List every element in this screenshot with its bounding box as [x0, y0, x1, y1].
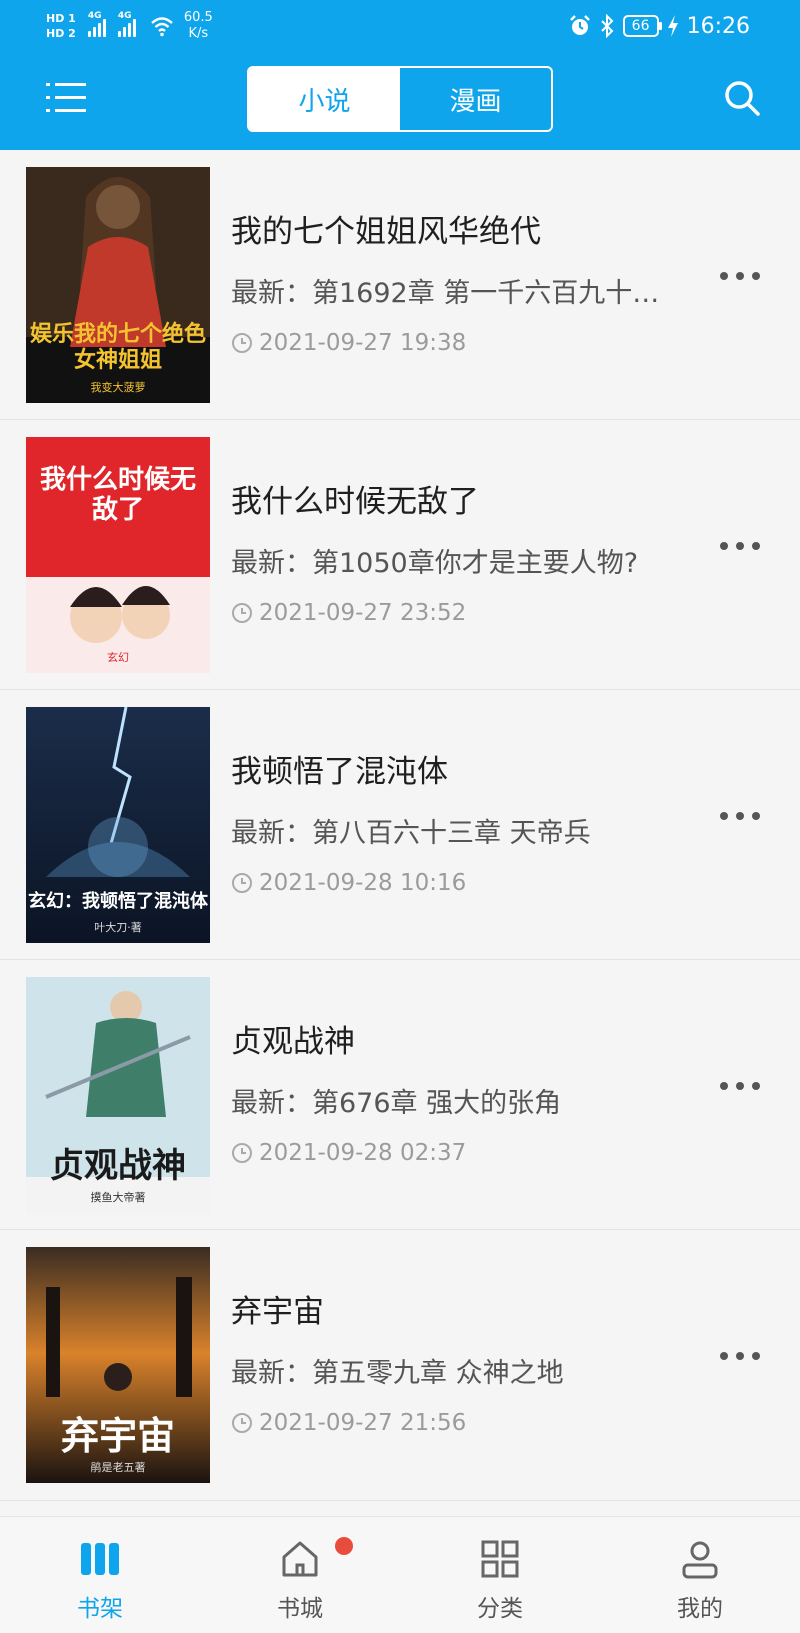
category-segment: 小说 漫画: [247, 66, 553, 132]
clock-icon: [232, 1143, 252, 1163]
book-cover: 弃宇宙 鹃是老五著: [26, 1247, 210, 1483]
book-update-time: 2021-09-28 02:37: [231, 1140, 466, 1166]
update-time-text: 2021-09-27 23:52: [259, 600, 467, 626]
book-item[interactable]: 我什么时候无敌了 玄幻 我什么时候无敌了 最新：第1050章你才是主要人物? 2…: [0, 420, 800, 690]
user-icon: [682, 1541, 718, 1579]
search-icon[interactable]: [722, 78, 762, 118]
book-item[interactable]: 玄幻：我顿悟了混沌体 叶大刀·著 我顿悟了混沌体 最新：第八百六十三章 天帝兵 …: [0, 690, 800, 960]
book-update-time: 2021-09-27 23:52: [231, 600, 466, 626]
status-left: HD 1 HD 2 4G 4G 60.5 K/s: [46, 6, 213, 46]
update-time-text: 2021-09-27 21:56: [259, 1410, 467, 1436]
status-bar: HD 1 HD 2 4G 4G 60.5 K/s 66 16:26: [0, 0, 800, 52]
book-update-time: 2021-09-28 10:16: [231, 870, 466, 896]
nav-bookstore[interactable]: 书城: [200, 1517, 400, 1633]
speed-value: 60.5: [183, 10, 213, 25]
book-latest-chapter: 最新：第676章 强大的张角: [231, 1088, 562, 1119]
book-title: 我什么时候无敌了: [231, 484, 479, 520]
clock-icon: [232, 333, 252, 353]
more-options-icon[interactable]: [720, 804, 760, 828]
cover-author: 摸鱼大帝著: [90, 1191, 146, 1204]
book-cover: 我什么时候无敌了 玄幻: [26, 437, 210, 673]
nav-label: 分类: [477, 1596, 523, 1622]
more-options-icon[interactable]: [720, 1344, 760, 1368]
nav-label: 书架: [77, 1596, 123, 1622]
more-options-icon[interactable]: [720, 264, 760, 288]
cover-title: 贞观战神: [50, 1146, 186, 1186]
home-icon: [282, 1541, 318, 1577]
network-type-2: 4G: [117, 11, 132, 21]
signal-1-icon: 4G: [87, 11, 106, 37]
cover-title: 我什么时候无敌了: [39, 465, 196, 525]
book-latest-chapter: 最新：第五零九章 众神之地: [231, 1358, 564, 1389]
more-options-icon[interactable]: [720, 534, 760, 558]
speed-unit: K/s: [188, 26, 209, 41]
network-type-1: 4G: [87, 11, 102, 21]
more-options-icon[interactable]: [720, 1074, 760, 1098]
cover-title: 娱乐我的七个绝色女神姐姐: [29, 321, 206, 373]
book-title: 贞观战神: [231, 1024, 355, 1060]
book-cover: 玄幻：我顿悟了混沌体 叶大刀·著: [26, 707, 210, 943]
book-item[interactable]: 贞观战神 摸鱼大帝著 贞观战神 最新：第676章 强大的张角 2021-09-2…: [0, 960, 800, 1230]
book-title: 我的七个姐姐风华绝代: [231, 214, 541, 250]
book-update-time: 2021-09-27 19:38: [231, 330, 466, 356]
top-bar: HD 1 HD 2 4G 4G 60.5 K/s 66 16:26 小说 漫画: [0, 0, 800, 150]
book-title: 我顿悟了混沌体: [231, 754, 448, 790]
nav-label: 书城: [277, 1596, 323, 1622]
update-time-text: 2021-09-28 02:37: [259, 1140, 467, 1166]
alarm-icon: [569, 15, 590, 35]
signal-2-icon: 4G: [117, 11, 136, 37]
bluetooth-icon: [600, 14, 614, 38]
update-time-text: 2021-09-28 10:16: [259, 870, 467, 896]
bookshelf-icon: [81, 1543, 119, 1575]
clock-icon: [232, 1413, 252, 1433]
status-time: 16:26: [686, 13, 750, 39]
book-cover: 娱乐我的七个绝色女神姐姐 我变大菠萝: [26, 167, 210, 403]
cover-author: 玄幻: [107, 651, 129, 664]
notification-badge: [335, 1537, 353, 1555]
tab-novel[interactable]: 小说: [249, 68, 400, 130]
update-time-text: 2021-09-27 19:38: [259, 330, 467, 356]
book-latest-chapter: 最新：第1050章你才是主要人物?: [231, 548, 639, 579]
network-speed: 60.5 K/s: [184, 10, 213, 42]
charging-icon: [667, 15, 678, 37]
cover-title: 弃宇宙: [60, 1413, 175, 1458]
hd-indicators: HD 1 HD 2: [46, 12, 76, 40]
book-latest-chapter: 最新：第八百六十三章 天帝兵: [231, 818, 591, 849]
nav-profile[interactable]: 我的: [600, 1517, 800, 1633]
bookshelf-list: 娱乐我的七个绝色女神姐姐 我变大菠萝 我的七个姐姐风华绝代 最新：第1692章 …: [0, 150, 800, 1501]
nav-bookshelf[interactable]: 书架: [0, 1517, 200, 1633]
nav-label: 我的: [677, 1596, 723, 1622]
cover-title: 玄幻：我顿悟了混沌体: [28, 891, 208, 912]
hd1-indicator: HD 1: [46, 12, 76, 25]
book-cover: 贞观战神 摸鱼大帝著: [26, 977, 210, 1213]
book-item[interactable]: 弃宇宙 鹃是老五著 弃宇宙 最新：第五零九章 众神之地 2021-09-27 2…: [0, 1230, 800, 1501]
cover-author: 我变大菠萝: [90, 381, 146, 394]
hd2-indicator: HD 2: [46, 27, 76, 40]
clock-icon: [232, 603, 252, 623]
status-right: 66 16:26: [569, 8, 750, 44]
grid-icon: [481, 1540, 519, 1578]
cover-author: 叶大刀·著: [94, 921, 142, 934]
header: 小说 漫画: [0, 52, 800, 150]
clock-icon: [232, 873, 252, 893]
nav-category[interactable]: 分类: [400, 1517, 600, 1633]
cover-author: 鹃是老五著: [90, 1461, 146, 1474]
book-title: 弃宇宙: [231, 1294, 324, 1330]
book-update-time: 2021-09-27 21:56: [231, 1410, 466, 1436]
menu-icon[interactable]: [46, 80, 86, 116]
tab-comic[interactable]: 漫画: [400, 68, 551, 130]
battery-indicator: 66: [622, 15, 662, 37]
book-item[interactable]: 娱乐我的七个绝色女神姐姐 我变大菠萝 我的七个姐姐风华绝代 最新：第1692章 …: [0, 150, 800, 420]
book-latest-chapter: 最新：第1692章 第一千六百九十…: [231, 278, 660, 309]
bottom-nav: 书架 书城 分类 我的: [0, 1516, 800, 1633]
wifi-icon: [151, 17, 173, 37]
